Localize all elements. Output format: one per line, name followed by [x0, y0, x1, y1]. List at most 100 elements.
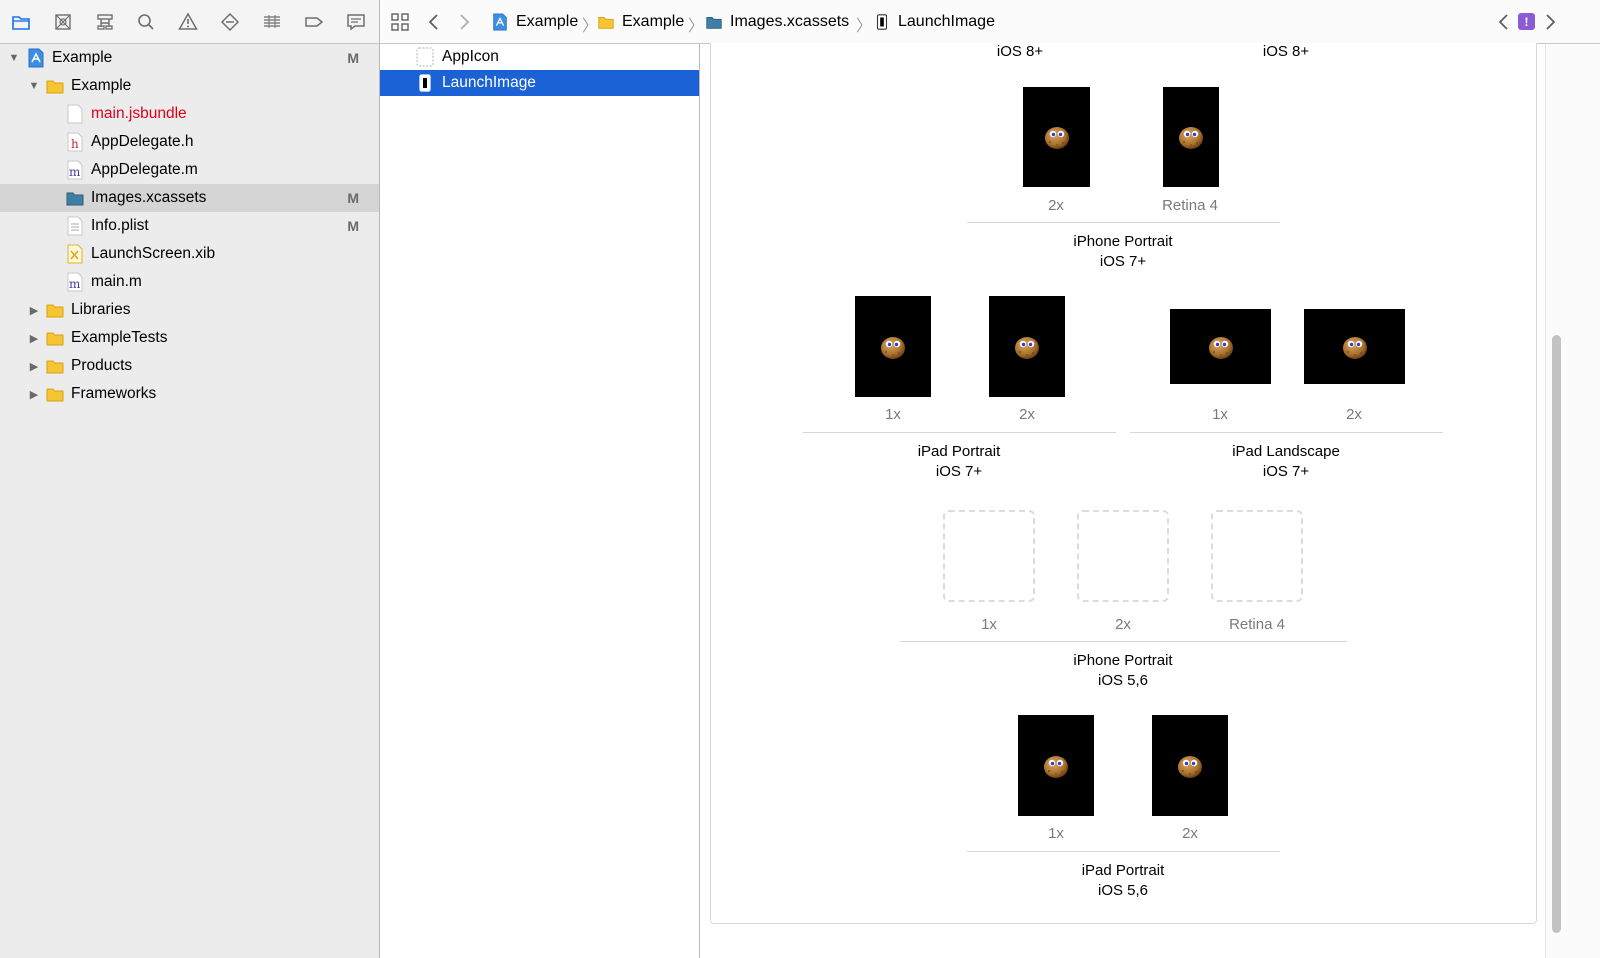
search-icon[interactable]	[135, 11, 157, 33]
warning-icon[interactable]	[177, 11, 199, 33]
breadcrumb-label: Example	[622, 13, 685, 30]
empty-image-slot[interactable]	[1077, 510, 1169, 602]
image-slot[interactable]	[855, 296, 931, 397]
tree-item-folder-exampletests[interactable]: ▶ ExampleTests	[0, 324, 379, 352]
breadcrumb-launch-image[interactable]: LaunchImage	[872, 12, 995, 32]
image-slot[interactable]	[1018, 715, 1094, 816]
disclosure-collapsed-icon[interactable]: ▶	[28, 332, 40, 345]
modified-badge: M	[347, 218, 359, 234]
forward-chevron-icon[interactable]	[452, 10, 476, 34]
launch-image-icon	[419, 74, 431, 92]
asset-item-label: AppIcon	[442, 48, 499, 65]
asset-catalog-icon	[706, 17, 722, 29]
tree-item-label: Example	[52, 49, 113, 66]
navigator-toolbar	[0, 0, 379, 44]
related-items-grid-icon[interactable]	[388, 10, 412, 34]
asset-item-label: LaunchImage	[442, 74, 536, 91]
svg-text:m: m	[69, 277, 81, 291]
group-title: iPhone Portrait iOS 7+	[1073, 233, 1173, 270]
breadcrumb-folder[interactable]: Example	[596, 12, 684, 32]
tree-item-label: Example	[71, 77, 132, 94]
slot-scale-label: 1x	[1048, 825, 1064, 842]
breadcrumb-project[interactable]: Example	[490, 12, 578, 32]
svg-text:m: m	[69, 165, 81, 179]
tree-item-folder-products[interactable]: ▶ Products	[0, 352, 379, 380]
breadcrumb-separator: 〉	[688, 18, 705, 35]
jump-bar: Example 〉 Example 〉 Images.xcassets 〉 La…	[380, 0, 1600, 44]
group-title: iPad Portrait iOS 7+	[917, 443, 1001, 480]
disclosure-collapsed-icon[interactable]: ▶	[28, 388, 40, 401]
tree-item-label: Frameworks	[71, 385, 157, 402]
asset-item-appicon[interactable]: AppIcon	[380, 44, 699, 70]
tree-item-project-example[interactable]: ▼ Example M	[0, 44, 379, 72]
slot-scale-label: 2x	[1115, 616, 1131, 633]
breadcrumb-label: Images.xcassets	[730, 13, 850, 30]
group-title: iPad Landscape iOS 7+	[1232, 443, 1340, 480]
scrollbar-thumb[interactable]	[1552, 335, 1561, 933]
potato-head-image	[1042, 752, 1070, 780]
image-slot[interactable]	[1170, 309, 1271, 384]
disclosure-collapsed-icon[interactable]: ▶	[28, 304, 40, 317]
breadcrumb-label: LaunchImage	[898, 13, 995, 30]
image-slot[interactable]	[1152, 715, 1228, 816]
potato-head-image	[1043, 123, 1071, 151]
asset-item-launchimage[interactable]: LaunchImage	[380, 70, 699, 96]
tree-item-main-m[interactable]: m main.m	[0, 268, 379, 296]
source-control-icon[interactable]	[52, 11, 74, 33]
tree-item-folder-libraries[interactable]: ▶ Libraries	[0, 296, 379, 324]
modified-badge: M	[347, 190, 359, 206]
slot-scale-label: 2x	[1346, 406, 1362, 423]
launch-image-icon	[876, 14, 888, 30]
tree-item-folder-example[interactable]: ▼ Example	[0, 72, 379, 100]
app-icon-set-icon	[416, 47, 434, 67]
asset-canvas: iOS 8+ iOS 8+ 2x Retina 4 iPhone Portrai…	[700, 43, 1545, 958]
tree-item-label: main.jsbundle	[91, 105, 187, 122]
hierarchy-icon[interactable]	[94, 11, 116, 33]
potato-head-image	[879, 333, 907, 361]
folder-icon[interactable]	[10, 11, 32, 33]
image-slot[interactable]	[989, 296, 1065, 397]
asset-list: AppIcon LaunchImage	[380, 44, 700, 958]
tree-item-folder-frameworks[interactable]: ▶ Frameworks	[0, 380, 379, 408]
breakpoint-test-icon[interactable]	[219, 11, 241, 33]
breadcrumb-label: Example	[516, 13, 579, 30]
potato-head-image	[1177, 123, 1205, 151]
disclosure-expanded-icon[interactable]: ▼	[28, 80, 40, 92]
image-slot[interactable]	[1304, 309, 1405, 384]
image-slot[interactable]	[1023, 87, 1090, 187]
potato-head-image	[1207, 333, 1235, 361]
folder-icon	[46, 328, 64, 348]
image-slot[interactable]	[1163, 87, 1219, 187]
tree-item-info-plist[interactable]: Info.plist M	[0, 212, 379, 240]
issue-warning-icon[interactable]: !	[1518, 13, 1535, 30]
folder-icon	[46, 356, 64, 376]
tree-item-appdelegate-h[interactable]: h AppDelegate.h	[0, 128, 379, 156]
empty-image-slot[interactable]	[1211, 510, 1303, 602]
slot-scale-label: 2x	[1019, 406, 1035, 423]
implementation-file-icon: m	[66, 160, 84, 180]
tree-item-launchscreen-xib[interactable]: LaunchScreen.xib	[0, 240, 379, 268]
tree-item-label: Images.xcassets	[91, 189, 207, 206]
tree-item-images-xcassets[interactable]: Images.xcassets M	[0, 184, 379, 212]
group-title: iPad Portrait iOS 5,6	[1081, 862, 1165, 899]
report-icon[interactable]	[345, 11, 367, 33]
tag-icon[interactable]	[303, 11, 325, 33]
back-chevron-icon[interactable]	[422, 10, 446, 34]
xcode-project-icon	[493, 13, 507, 31]
next-issue-chevron-icon[interactable]	[1538, 10, 1562, 34]
previous-issue-chevron-icon[interactable]	[1492, 10, 1516, 34]
tree-item-main-jsbundle[interactable]: main.jsbundle	[0, 100, 379, 128]
empty-image-slot[interactable]	[943, 510, 1035, 602]
tree-item-appdelegate-m[interactable]: m AppDelegate.m	[0, 156, 379, 184]
disclosure-collapsed-icon[interactable]: ▶	[28, 360, 40, 373]
os-version-label: iOS 8+	[996, 43, 1044, 60]
debug-icon[interactable]	[261, 11, 283, 33]
breadcrumb-separator: 〉	[856, 18, 873, 35]
folder-icon	[46, 384, 64, 404]
group-divider	[967, 851, 1280, 852]
disclosure-expanded-icon[interactable]: ▼	[8, 52, 20, 64]
slot-scale-label: 2x	[1182, 825, 1198, 842]
tree-item-label: Libraries	[71, 301, 131, 318]
asset-catalog-icon	[66, 188, 84, 208]
breadcrumb-asset-catalog[interactable]: Images.xcassets	[704, 12, 849, 32]
